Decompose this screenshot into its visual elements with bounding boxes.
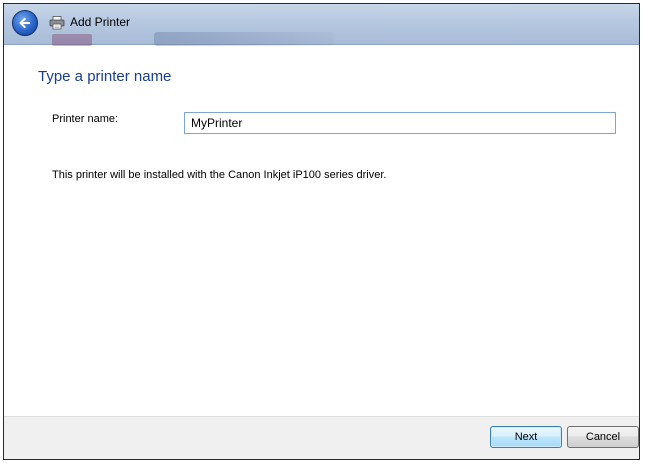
driver-info-text: This printer will be installed with the … — [52, 169, 387, 181]
back-button[interactable] — [12, 10, 38, 36]
back-arrow-icon — [19, 17, 30, 29]
add-printer-window: Add Printer Type a printer name Printer … — [3, 3, 640, 460]
background-blur — [52, 34, 92, 46]
next-button[interactable]: Next — [490, 426, 562, 448]
page-heading: Type a printer name — [38, 68, 172, 85]
printer-name-input[interactable] — [184, 112, 616, 134]
printer-name-label: Printer name: — [52, 113, 119, 125]
printer-icon — [49, 16, 65, 30]
window-title: Add Printer — [70, 15, 131, 29]
title-bar[interactable]: Add Printer — [4, 4, 639, 46]
cancel-button[interactable]: Cancel — [567, 426, 639, 448]
button-bar: Next Cancel — [4, 416, 639, 459]
background-blur-text — [154, 32, 334, 46]
